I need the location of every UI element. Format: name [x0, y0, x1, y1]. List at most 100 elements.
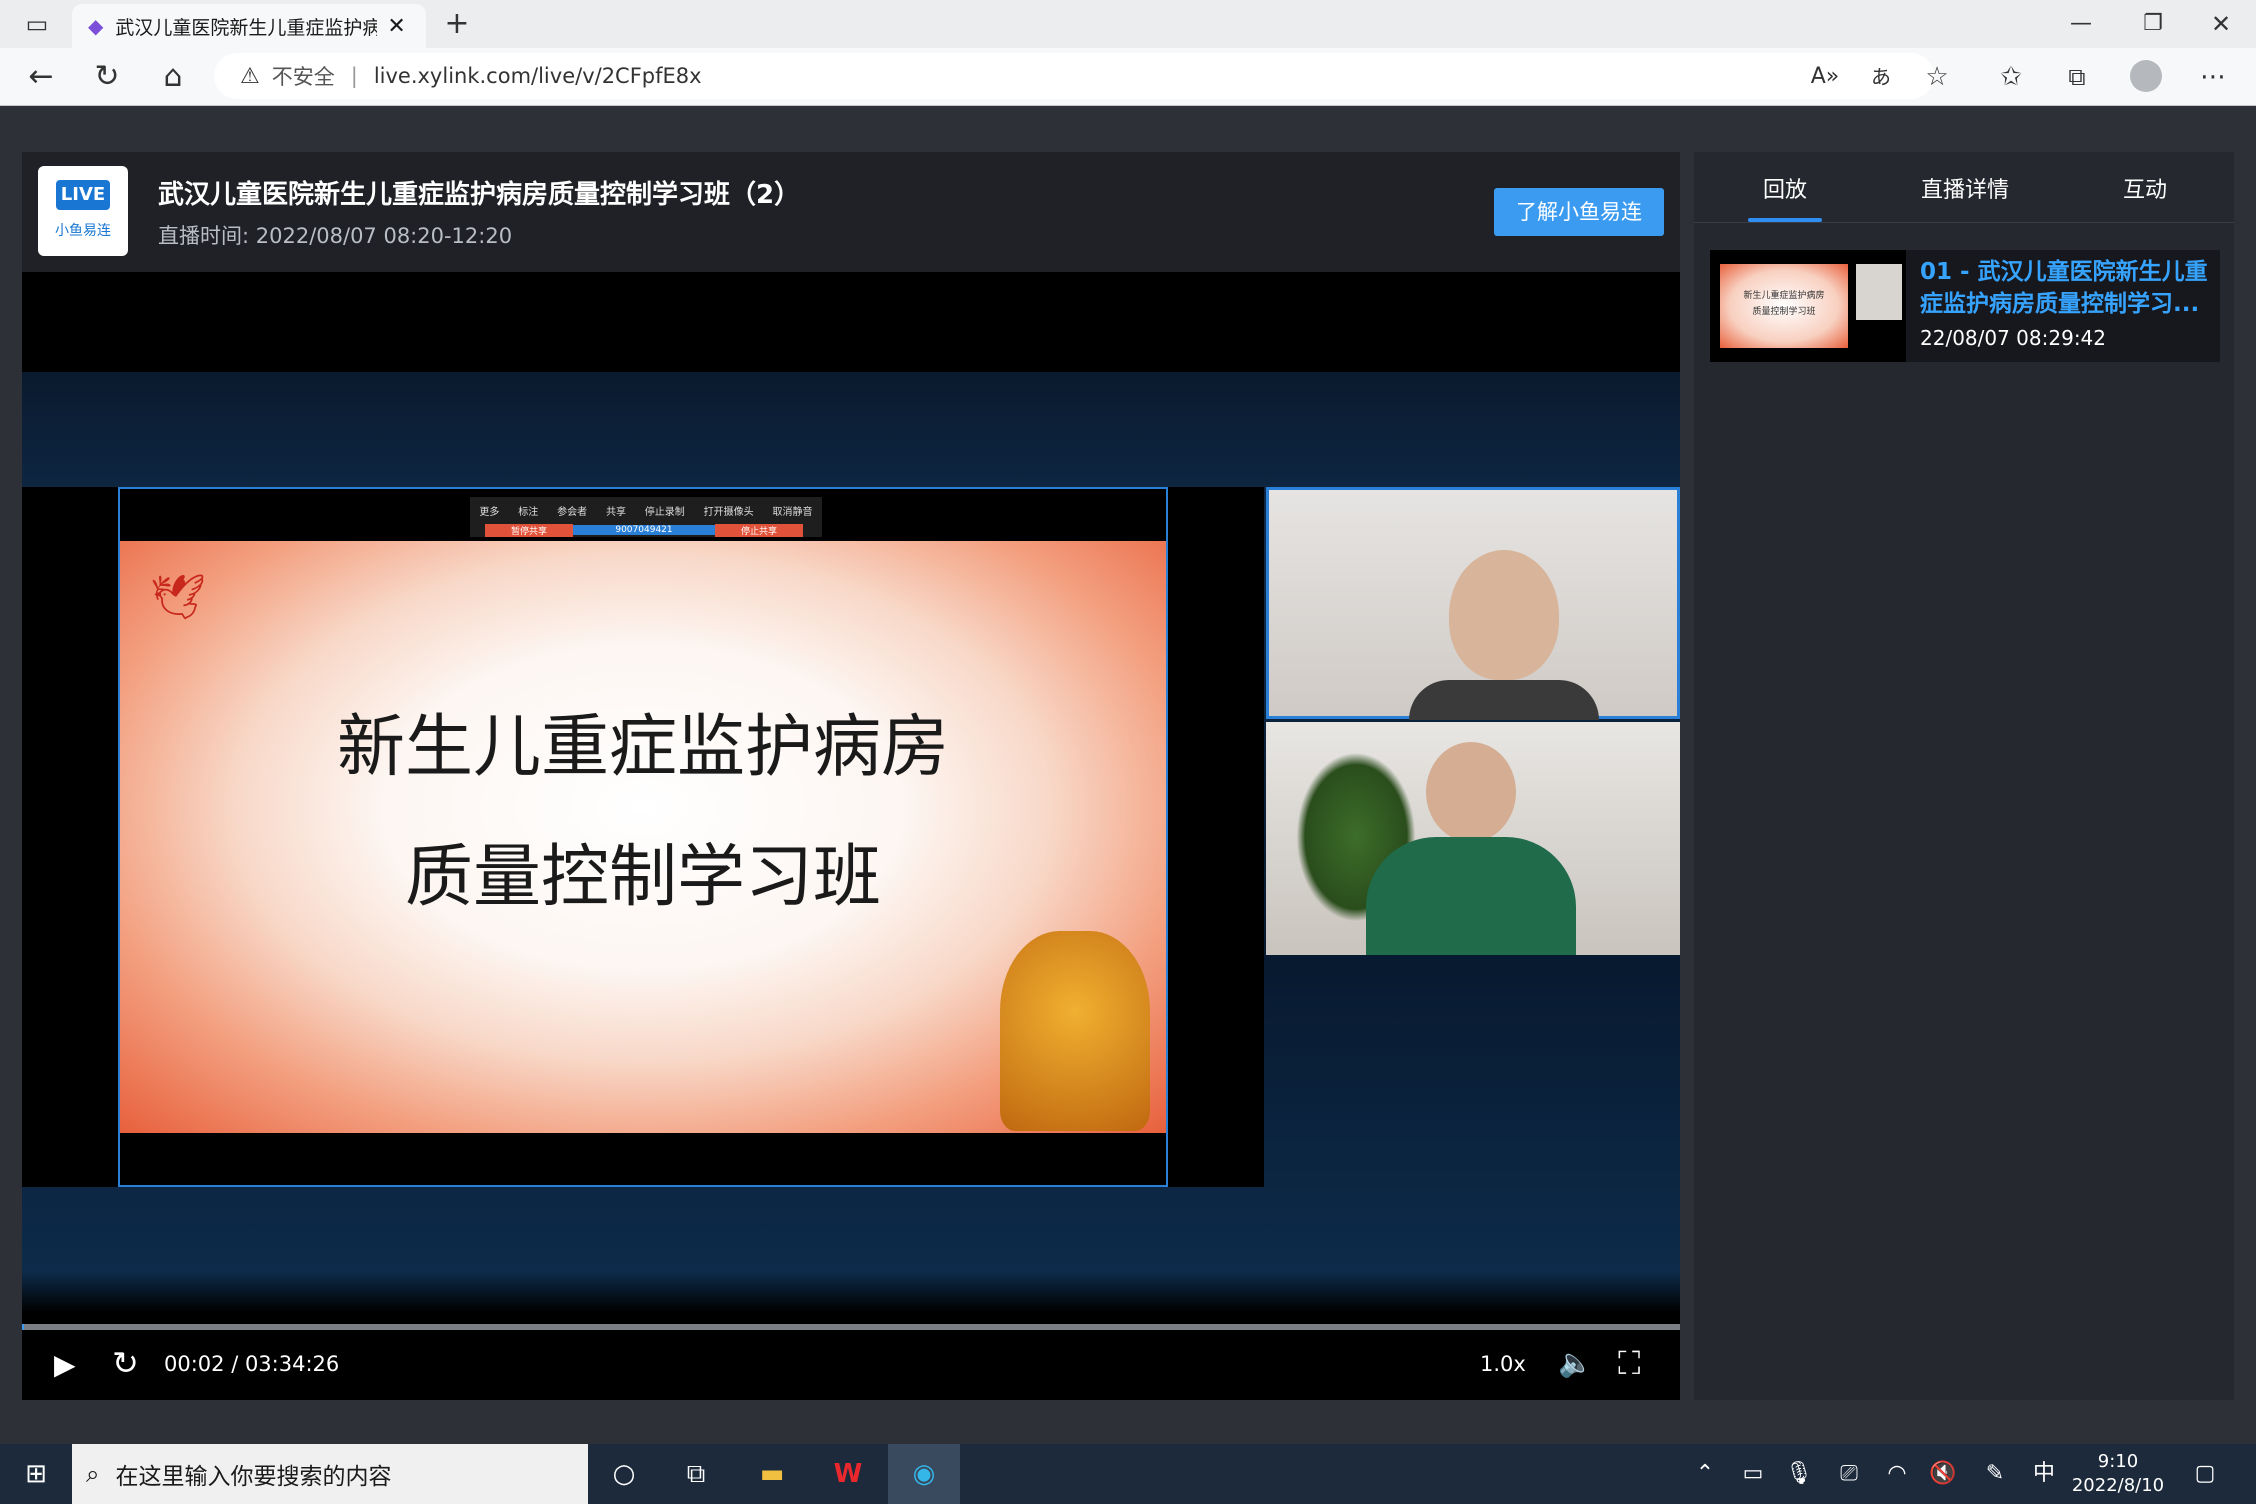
page-title: 武汉儿童医院新生儿重症监护病房质量控制学习班（2） [158, 180, 801, 210]
playlist-item-title[interactable]: 01 - 武汉儿童医院新生儿重症监护病房质量控制学习... [1920, 256, 2220, 320]
participant-video-2 [1266, 722, 1680, 955]
volume-icon[interactable]: 🔈 [1558, 1346, 1593, 1379]
tab-interaction[interactable]: 互动 [2075, 172, 2215, 204]
person-body [1409, 680, 1599, 720]
task-view-icon[interactable]: ⧉ [666, 1444, 726, 1504]
person-avatar [1426, 742, 1516, 842]
speed-button[interactable]: 1.0x [1480, 1352, 1526, 1376]
toolbar-item: 共享 [605, 506, 626, 518]
notifications-icon[interactable]: ▢ [2190, 1444, 2220, 1504]
meeting-toolbar: 更多 标注 参会者 共享 停止录制 打开摄像头 取消静音 暂停共享 900704… [470, 497, 822, 537]
site-favicon-icon: ◆ [88, 14, 104, 38]
toolbar-item: 参会者 [557, 506, 588, 518]
live-player-panel: LIVE 小鱼易连 武汉儿童医院新生儿重症监护病房质量控制学习班（2） 直播时间… [22, 152, 1680, 1400]
search-placeholder: 在这里输入你要搜索的内容 [115, 1464, 392, 1490]
time-display: 00:02 / 03:34:26 [164, 1352, 340, 1376]
slide-content: 🕊 新生儿重症监护病房 质量控制学习班 [120, 541, 1166, 1133]
toolbar-item: 取消静音 [772, 506, 813, 518]
person-body [1366, 837, 1576, 955]
add-favorite-icon[interactable]: ☆ [1912, 48, 1962, 106]
browser-toolbar: ← ↻ ⌂ ⚠ 不安全 | live.xylink.com/live/v/2CF… [0, 48, 2256, 106]
tab-divider [1694, 222, 2234, 223]
profile-avatar[interactable] [2130, 60, 2162, 92]
new-tab-icon[interactable]: + [432, 0, 482, 48]
microphone-icon[interactable]: 🎙 [1784, 1444, 1814, 1504]
edge-icon[interactable]: ◉ [894, 1444, 954, 1504]
pause-share-label: 暂停共享 [485, 523, 573, 537]
play-icon[interactable]: ▶ [54, 1348, 76, 1381]
thumbnail-slide: 新生儿重症监护病房 质量控制学习班 [1720, 264, 1848, 348]
lion-statue-icon [1000, 931, 1150, 1131]
toolbar-item: 更多 [479, 506, 500, 518]
shared-slide-frame: 更多 标注 参会者 共享 停止录制 打开摄像头 取消静音 暂停共享 900704… [118, 487, 1168, 1187]
stop-share-label: 停止共享 [715, 523, 803, 537]
home-icon[interactable]: ⌂ [148, 48, 198, 106]
thumbnail-line1: 新生儿重症监护病房 [1743, 291, 1825, 301]
playlist-item[interactable]: 新生儿重症监护病房 质量控制学习班 01 - 武汉儿童医院新生儿重症监护病房质量… [1710, 250, 2220, 362]
battery-icon[interactable]: ▭ [1738, 1444, 1768, 1504]
browser-tab[interactable]: ◆ 武汉儿童医院新生儿重症监护病 ✕ [72, 4, 426, 48]
clock-time: 9:10 [2097, 1451, 2139, 1472]
video-area[interactable]: 更多 标注 参会者 共享 停止录制 打开摄像头 取消静音 暂停共享 900704… [22, 272, 1680, 1400]
meeting-toolbar-items: 更多 标注 参会者 共享 停止录制 打开摄像头 取消静音 [470, 497, 822, 523]
wps-icon[interactable]: W [818, 1444, 878, 1504]
live-time: 直播时间: 2022/08/07 08:20-12:20 [158, 224, 513, 248]
tab-live-details[interactable]: 直播详情 [1895, 172, 2035, 204]
windows-taskbar: ⊞ ⌕ 在这里输入你要搜索的内容 ○ ⧉ ▬ W ◉ ⌃ ▭ 🎙 ⎚ ◠ 🔇 ✎… [0, 1444, 2256, 1504]
restore-icon[interactable]: ❐ [2128, 0, 2178, 48]
toolbar-item: 停止录制 [644, 506, 685, 518]
slide-line1: 新生儿重症监护病房 [336, 708, 949, 787]
read-aloud-icon[interactable]: A» [1800, 48, 1850, 106]
person-avatar [1449, 550, 1559, 680]
video-thumbnail: 新生儿重症监护病房 质量控制学习班 [1710, 250, 1906, 362]
playlist-item-time: 22/08/07 08:29:42 [1920, 326, 2107, 350]
tab-actions-icon[interactable]: ▭ [12, 0, 62, 48]
wifi-icon[interactable]: ◠ [1882, 1444, 1912, 1504]
screen-record-icon[interactable]: ⎚ [1834, 1444, 1864, 1504]
brand-name: 小鱼易连 [55, 223, 111, 239]
warning-icon: ⚠ [240, 63, 260, 89]
participant-video-1 [1266, 487, 1680, 720]
windows-start-icon[interactable]: ⊞ [6, 1444, 66, 1504]
translate-icon[interactable]: あ [1856, 48, 1906, 106]
browser-tab-bar: ▭ ◆ 武汉儿童医院新生儿重症监护病 ✕ + — ❐ ✕ [0, 0, 2256, 48]
more-icon[interactable]: ⋯ [2188, 48, 2238, 106]
back-icon[interactable]: ← [16, 48, 66, 106]
slide-line2: 质量控制学习班 [404, 838, 881, 917]
favorites-icon[interactable]: ✩ [1986, 48, 2036, 106]
security-label[interactable]: 不安全 [272, 61, 335, 91]
address-divider: | [350, 64, 358, 88]
toolbar-item: 打开摄像头 [703, 506, 754, 518]
close-tab-icon[interactable]: ✕ [387, 14, 405, 39]
search-icon: ⌕ [86, 1460, 100, 1488]
clock-date: 2022/8/10 [2071, 1475, 2165, 1496]
ime-indicator[interactable]: 中 [2026, 1444, 2062, 1504]
replay-icon[interactable]: ↻ [112, 1344, 139, 1382]
clock[interactable]: 9:10 2022/8/10 [2068, 1450, 2168, 1498]
meeting-id: 9007049421 [573, 525, 715, 535]
cortana-icon[interactable]: ○ [594, 1444, 654, 1504]
player-controls: ▶ ↻ 00:02 / 03:34:26 1.0x 🔈 ⛶ [22, 1330, 1680, 1400]
address-bar[interactable]: ⚠ 不安全 | live.xylink.com/live/v/2CFpfE8x [214, 53, 1934, 99]
xylink-logo: LIVE 小鱼易连 [38, 166, 128, 256]
url-text[interactable]: live.xylink.com/live/v/2CFpfE8x [374, 64, 702, 88]
tab-replay[interactable]: 回放 [1715, 172, 1855, 204]
toolbar-item: 标注 [518, 506, 539, 518]
show-hidden-icons-icon[interactable]: ⌃ [1690, 1444, 1720, 1504]
refresh-icon[interactable]: ↻ [82, 48, 132, 106]
collections-icon[interactable]: ⧉ [2052, 48, 2102, 106]
file-explorer-icon[interactable]: ▬ [742, 1444, 802, 1504]
thumbnail-line2: 质量控制学习班 [1752, 307, 1816, 317]
playlist-sidebar: 回放 直播详情 互动 新生儿重症监护病房 质量控制学习班 01 - 武汉儿童医院… [1694, 152, 2234, 1400]
fullscreen-icon[interactable]: ⛶ [1618, 1344, 1640, 1383]
birds-icon: 🕊 [150, 572, 206, 623]
tab-title: 武汉儿童医院新生儿重症监护病 [115, 16, 378, 39]
learn-more-button[interactable]: 了解小鱼易连 [1494, 188, 1664, 236]
live-badge: LIVE [56, 180, 110, 210]
thumbnail-cam [1856, 264, 1902, 320]
minimize-icon[interactable]: — [2056, 0, 2106, 48]
close-window-icon[interactable]: ✕ [2196, 0, 2246, 48]
volume-muted-icon[interactable]: 🔇 [1928, 1444, 1958, 1504]
taskbar-search[interactable]: ⌕ 在这里输入你要搜索的内容 [72, 1444, 588, 1504]
pen-icon[interactable]: ✎ [1980, 1444, 2010, 1504]
